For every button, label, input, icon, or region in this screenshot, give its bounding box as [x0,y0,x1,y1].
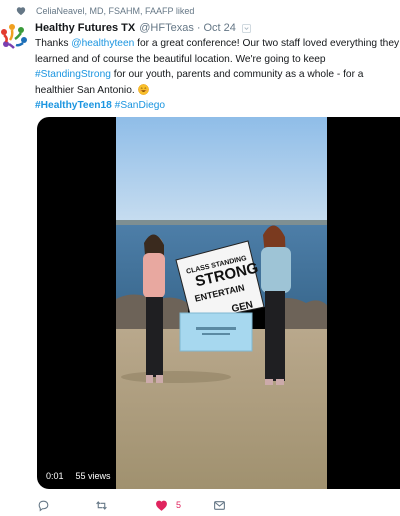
separator-dot: · [196,22,201,34]
tweet-text-part: for a great conference! Our two staff lo… [134,38,400,49]
hashtag-link[interactable]: #HealthyTeen18 [35,100,112,111]
smiling-emoji-icon [137,83,149,95]
tweet-date[interactable]: Oct 24 [204,22,236,34]
tweet-text-line: learned and of course the beautiful loca… [35,53,326,65]
video-elapsed: 0:01 [43,470,67,482]
more-options-icon[interactable] [241,23,251,33]
social-context: CeliaNeavel, MD, FSAHM, FAAFP liked [16,4,194,18]
author-handle[interactable]: @HFTexas [139,22,194,34]
retweet-button[interactable] [95,497,108,513]
hashtag-link[interactable]: #StandingStrong [35,69,111,80]
reply-button[interactable] [37,497,50,513]
like-button[interactable]: 5 [155,497,181,513]
tweet-text: Thanks @healthyteen for a great conferen… [35,36,400,114]
like-count: 5 [176,500,182,510]
tweet-text-part: healthier San Antonio. [35,84,135,96]
video-frame: STRONG ENTERTAIN CLASS STANDING GEN [116,117,327,489]
video-view-count: 55 views [72,470,114,482]
video-player[interactable]: STRONG ENTERTAIN CLASS STANDING GEN 0:01… [37,117,400,489]
author-name[interactable]: Healthy Futures TX [35,22,135,34]
liked-by-text[interactable]: CeliaNeavel, MD, FSAHM, FAAFP liked [36,6,194,16]
avatar[interactable] [0,22,28,56]
reply-icon [38,500,49,511]
tweet-actions: 5 [37,497,337,513]
direct-message-button[interactable] [213,497,226,513]
like-heart-icon [156,500,167,511]
video-time-badge: 0:01 55 views [43,470,114,482]
tweet-header: Healthy Futures TX @HFTexas · Oct 24 [35,21,251,35]
direct-message-icon [214,500,225,510]
mention-link[interactable]: @healthyteen [71,38,134,49]
tweet-text-part: Thanks [35,38,72,49]
retweet-icon [96,500,107,510]
hashtag-link[interactable]: #SanDiego [115,100,165,111]
tweet-text-part: for our youth, parents and community as … [110,69,364,80]
heart-icon [16,7,26,15]
